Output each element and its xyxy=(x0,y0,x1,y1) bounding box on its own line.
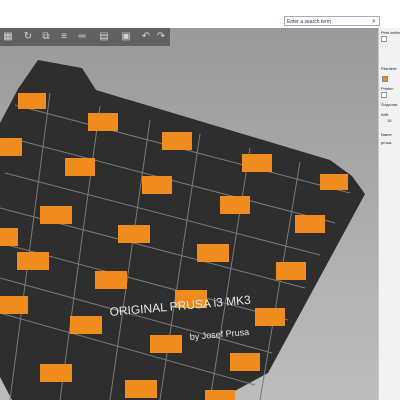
name-header: Name xyxy=(381,132,392,137)
settings-sidebar: Print settin Filament: Printer: Supports… xyxy=(378,28,400,400)
filament-color-swatch[interactable] xyxy=(382,76,388,82)
undo-icon[interactable]: ↶ xyxy=(140,31,152,43)
search-icon[interactable]: ⌕ xyxy=(370,17,378,26)
print-settings-combo[interactable] xyxy=(381,36,387,42)
3d-viewport[interactable]: ORIGINAL PRUSA i3 MK3 by Josef Prusa xyxy=(0,28,378,400)
grid-icon[interactable]: ▣ xyxy=(120,31,132,43)
rotate-icon[interactable]: ↻ xyxy=(22,31,34,43)
viewport-toolbar: ▦ ↻ ⧉ ≡ ═ ▤ ▣ ↶ ↷ xyxy=(0,28,170,46)
object-list-item[interactable]: prusa- xyxy=(381,140,392,145)
search-placeholder: Enter a search term xyxy=(287,19,331,25)
printer-combo[interactable] xyxy=(381,92,387,98)
search-input[interactable]: Enter a search term ⌕ xyxy=(284,16,380,26)
infill-label: Infill: xyxy=(381,112,390,117)
redo-icon[interactable]: ↷ xyxy=(155,31,167,43)
arrange-icon[interactable]: ▤ xyxy=(98,31,110,43)
printer-label: Printer: xyxy=(381,86,394,91)
layout-icon[interactable]: ▦ xyxy=(2,31,14,43)
print-settings-label: Print settin xyxy=(381,30,400,35)
filament-label: Filament: xyxy=(381,66,398,71)
infill-value[interactable]: 15 xyxy=(387,118,391,123)
layers-icon[interactable]: ≡ xyxy=(58,31,70,43)
copy-icon[interactable]: ⧉ xyxy=(40,31,52,43)
top-bar: Enter a search term ⌕ xyxy=(0,0,400,29)
supports-label: Supports: xyxy=(381,102,399,107)
print-bed-render: ORIGINAL PRUSA i3 MK3 by Josef Prusa xyxy=(0,60,365,400)
ruler-icon[interactable]: ═ xyxy=(76,31,88,43)
